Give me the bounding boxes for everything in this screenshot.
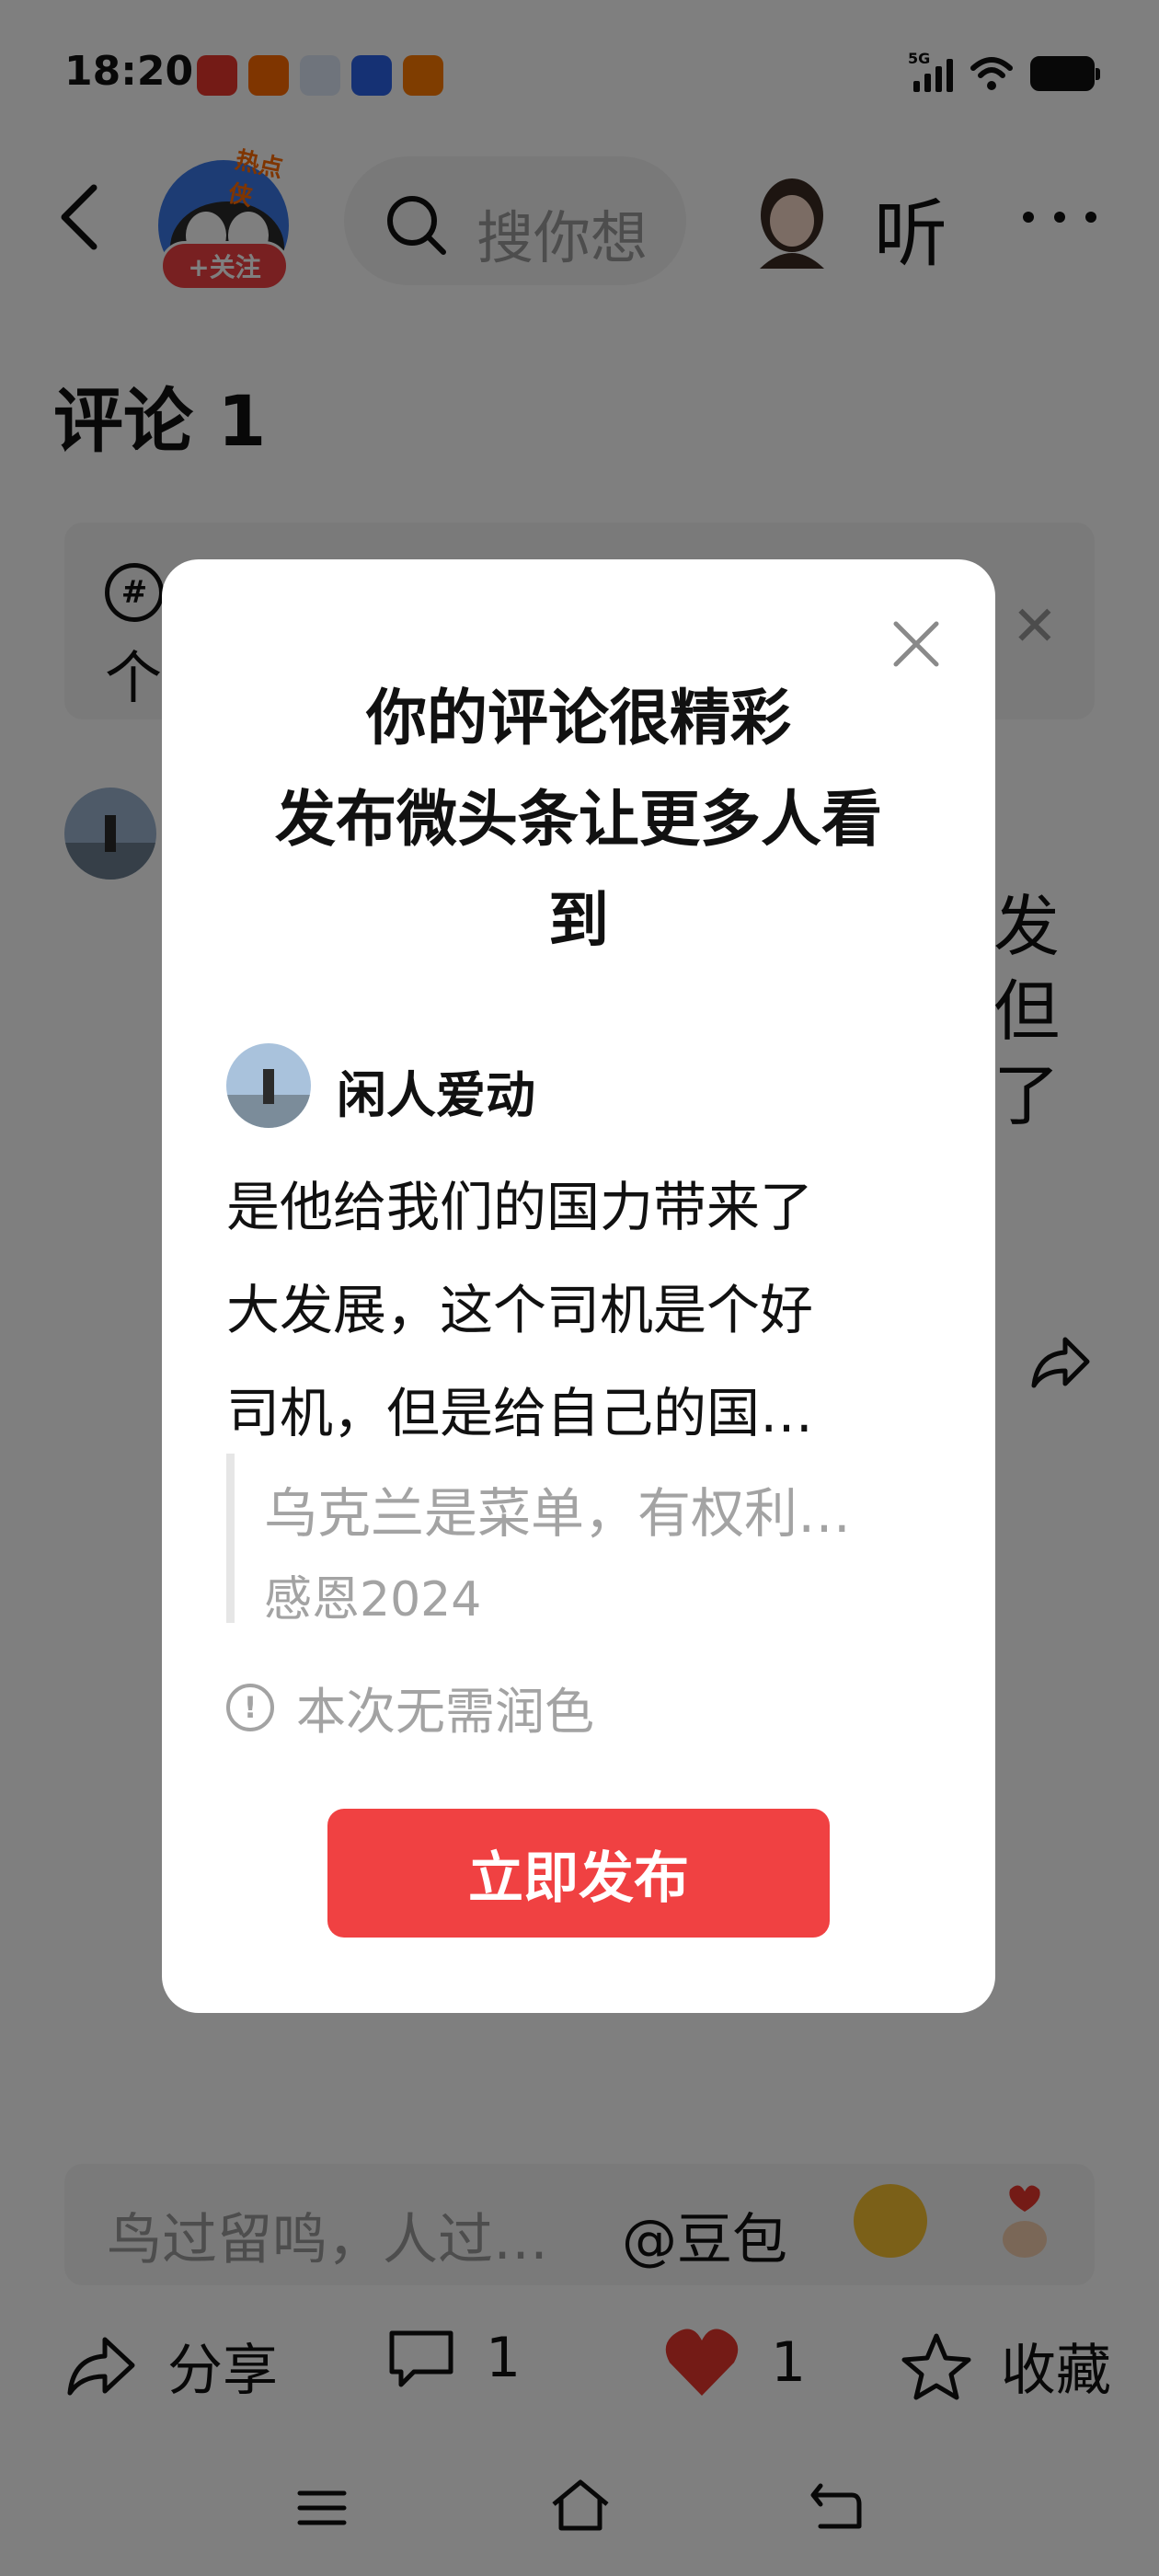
comment-preview-line: 大发展，这个司机是个好 [226,1279,814,1341]
comment-preview-line: 是他给我们的国力带来了 [226,1176,814,1238]
polish-notice: ! 本次无需润色 [226,1671,594,1743]
close-icon[interactable] [889,616,944,672]
quoted-author: 感恩2024 [264,1572,482,1627]
modal-title-line: 你的评论很精彩 [366,683,791,753]
info-icon: ! [226,1683,274,1731]
publish-modal: 你的评论很精彩 发布微头条让更多人看 到 闲人爱动 是他给我们的国力带来了 大发… [162,559,995,2013]
modal-title-line: 到 [548,885,609,956]
comment-preview-line: 司机，但是给自己的国… [226,1382,814,1444]
modal-title: 你的评论很精彩 发布微头条让更多人看 到 [199,668,958,972]
modal-title-line: 发布微头条让更多人看 [275,784,882,855]
publish-button[interactable]: 立即发布 [327,1809,830,1938]
quoted-text: 乌克兰是菜单，有权利… [264,1482,852,1545]
polish-notice-text: 本次无需润色 [296,1683,594,1741]
quoted-comment: 乌克兰是菜单，有权利… 感恩2024 [226,1454,953,1627]
user-avatar [226,1043,311,1128]
user-name: 闲人爱动 [337,1066,535,1124]
comment-preview: 是他给我们的国力带来了 大发展，这个司机是个好 司机，但是给自己的国… [226,1156,953,1465]
